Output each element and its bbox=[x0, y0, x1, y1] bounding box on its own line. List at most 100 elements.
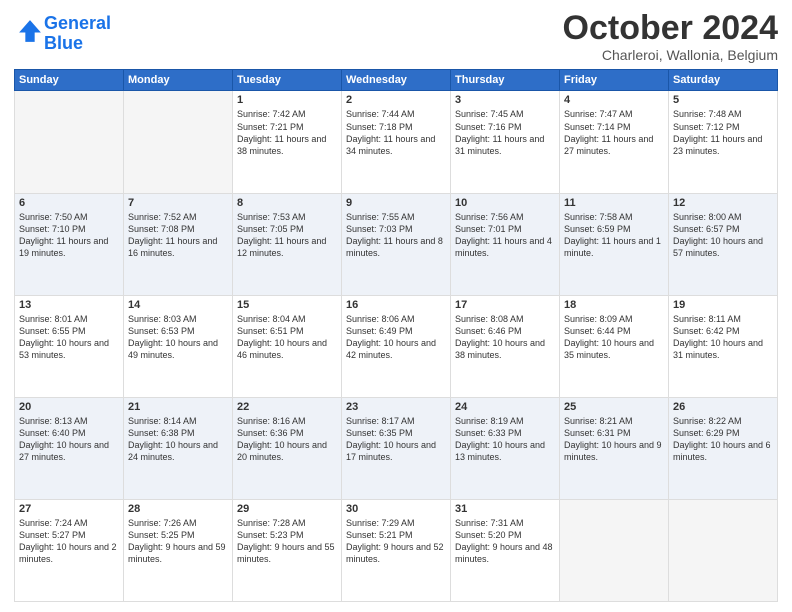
day-number: 20 bbox=[19, 401, 119, 413]
calendar-cell bbox=[124, 91, 233, 193]
calendar-cell: 17 Sunrise: 8:08 AM Sunset: 6:46 PM Dayli… bbox=[451, 295, 560, 397]
cell-info: Sunrise: 7:55 AM Sunset: 7:03 PM Dayligh… bbox=[346, 211, 446, 260]
calendar-cell bbox=[560, 499, 669, 601]
cell-info: Sunrise: 8:01 AM Sunset: 6:55 PM Dayligh… bbox=[19, 313, 119, 362]
calendar-cell: 14 Sunrise: 8:03 AM Sunset: 6:53 PM Dayli… bbox=[124, 295, 233, 397]
day-number: 5 bbox=[673, 94, 773, 106]
calendar-cell: 3Sunrise: 7:45 AM Sunset: 7:16 PM Daylig… bbox=[451, 91, 560, 193]
header-row: Sunday Monday Tuesday Wednesday Thursday… bbox=[15, 70, 778, 91]
cell-info: Sunrise: 7:58 AM Sunset: 6:59 PM Dayligh… bbox=[564, 211, 664, 260]
calendar-cell: 26Sunrise: 8:22 AM Sunset: 6:29 PM Dayli… bbox=[669, 397, 778, 499]
day-number: 24 bbox=[455, 401, 555, 413]
calendar-cell: 9 Sunrise: 7:55 AM Sunset: 7:03 PM Daylig… bbox=[342, 193, 451, 295]
week-row-3: 13Sunrise: 8:01 AM Sunset: 6:55 PM Dayli… bbox=[15, 295, 778, 397]
col-sunday: Sunday bbox=[15, 70, 124, 91]
calendar-body: 1 Sunrise: 7:42 AM Sunset: 7:21 PM Daylig… bbox=[15, 91, 778, 602]
cell-info: Sunrise: 7:31 AM Sunset: 5:20 PM Dayligh… bbox=[455, 517, 555, 566]
col-saturday: Saturday bbox=[669, 70, 778, 91]
cell-info: Sunrise: 8:19 AM Sunset: 6:33 PM Dayligh… bbox=[455, 415, 555, 464]
day-number: 7 bbox=[128, 197, 228, 209]
cell-info: Sunrise: 8:21 AM Sunset: 6:31 PM Dayligh… bbox=[564, 415, 664, 464]
page: General Blue October 2024 Charleroi, Wal… bbox=[0, 0, 792, 612]
cell-info: Sunrise: 8:04 AM Sunset: 6:51 PM Dayligh… bbox=[237, 313, 337, 362]
col-thursday: Thursday bbox=[451, 70, 560, 91]
calendar-cell: 11Sunrise: 7:58 AM Sunset: 6:59 PM Dayli… bbox=[560, 193, 669, 295]
day-number: 3 bbox=[455, 94, 555, 106]
cell-info: Sunrise: 8:11 AM Sunset: 6:42 PM Dayligh… bbox=[673, 313, 773, 362]
calendar-cell: 29Sunrise: 7:28 AM Sunset: 5:23 PM Dayli… bbox=[233, 499, 342, 601]
day-number: 1 bbox=[237, 94, 337, 106]
calendar-cell: 30 Sunrise: 7:29 AM Sunset: 5:21 PM Dayli… bbox=[342, 499, 451, 601]
cell-info: Sunrise: 7:47 AM Sunset: 7:14 PM Dayligh… bbox=[564, 108, 664, 157]
calendar-cell: 18Sunrise: 8:09 AM Sunset: 6:44 PM Dayli… bbox=[560, 295, 669, 397]
calendar-cell: 12Sunrise: 8:00 AM Sunset: 6:57 PM Dayli… bbox=[669, 193, 778, 295]
day-number: 2 bbox=[346, 94, 446, 106]
cell-info: Sunrise: 8:17 AM Sunset: 6:35 PM Dayligh… bbox=[346, 415, 446, 464]
day-number: 10 bbox=[455, 197, 555, 209]
location-subtitle: Charleroi, Wallonia, Belgium bbox=[563, 47, 778, 63]
day-number: 14 bbox=[128, 299, 228, 311]
cell-info: Sunrise: 7:53 AM Sunset: 7:05 PM Dayligh… bbox=[237, 211, 337, 260]
cell-info: Sunrise: 8:16 AM Sunset: 6:36 PM Dayligh… bbox=[237, 415, 337, 464]
cell-info: Sunrise: 7:56 AM Sunset: 7:01 PM Dayligh… bbox=[455, 211, 555, 260]
calendar-cell: 13Sunrise: 8:01 AM Sunset: 6:55 PM Dayli… bbox=[15, 295, 124, 397]
title-block: October 2024 Charleroi, Wallonia, Belgiu… bbox=[563, 10, 778, 63]
calendar-cell: 8 Sunrise: 7:53 AM Sunset: 7:05 PM Daylig… bbox=[233, 193, 342, 295]
day-number: 23 bbox=[346, 401, 446, 413]
day-number: 15 bbox=[237, 299, 337, 311]
day-number: 29 bbox=[237, 503, 337, 515]
week-row-5: 27Sunrise: 7:24 AM Sunset: 5:27 PM Dayli… bbox=[15, 499, 778, 601]
calendar-cell: 28Sunrise: 7:26 AM Sunset: 5:25 PM Dayli… bbox=[124, 499, 233, 601]
calendar-cell: 31 Sunrise: 7:31 AM Sunset: 5:20 PM Dayli… bbox=[451, 499, 560, 601]
cell-info: Sunrise: 8:03 AM Sunset: 6:53 PM Dayligh… bbox=[128, 313, 228, 362]
calendar-cell: 24 Sunrise: 8:19 AM Sunset: 6:33 PM Dayli… bbox=[451, 397, 560, 499]
calendar-cell: 20 Sunrise: 8:13 AM Sunset: 6:40 PM Dayli… bbox=[15, 397, 124, 499]
week-row-1: 1 Sunrise: 7:42 AM Sunset: 7:21 PM Daylig… bbox=[15, 91, 778, 193]
calendar-cell bbox=[669, 499, 778, 601]
calendar-cell: 1 Sunrise: 7:42 AM Sunset: 7:21 PM Daylig… bbox=[233, 91, 342, 193]
calendar-cell: 27Sunrise: 7:24 AM Sunset: 5:27 PM Dayli… bbox=[15, 499, 124, 601]
day-number: 21 bbox=[128, 401, 228, 413]
calendar-cell: 2Sunrise: 7:44 AM Sunset: 7:18 PM Daylig… bbox=[342, 91, 451, 193]
day-number: 8 bbox=[237, 197, 337, 209]
day-number: 17 bbox=[455, 299, 555, 311]
cell-info: Sunrise: 7:26 AM Sunset: 5:25 PM Dayligh… bbox=[128, 517, 228, 566]
day-number: 6 bbox=[19, 197, 119, 209]
cell-info: Sunrise: 8:08 AM Sunset: 6:46 PM Dayligh… bbox=[455, 313, 555, 362]
day-number: 30 bbox=[346, 503, 446, 515]
cell-info: Sunrise: 7:29 AM Sunset: 5:21 PM Dayligh… bbox=[346, 517, 446, 566]
cell-info: Sunrise: 8:06 AM Sunset: 6:49 PM Dayligh… bbox=[346, 313, 446, 362]
day-number: 31 bbox=[455, 503, 555, 515]
day-number: 16 bbox=[346, 299, 446, 311]
day-number: 12 bbox=[673, 197, 773, 209]
cell-info: Sunrise: 7:52 AM Sunset: 7:08 PM Dayligh… bbox=[128, 211, 228, 260]
cell-info: Sunrise: 7:42 AM Sunset: 7:21 PM Dayligh… bbox=[237, 108, 337, 157]
cell-info: Sunrise: 8:13 AM Sunset: 6:40 PM Dayligh… bbox=[19, 415, 119, 464]
calendar-cell: 23 Sunrise: 8:17 AM Sunset: 6:35 PM Dayli… bbox=[342, 397, 451, 499]
calendar-cell: 5 Sunrise: 7:48 AM Sunset: 7:12 PM Daylig… bbox=[669, 91, 778, 193]
header: General Blue October 2024 Charleroi, Wal… bbox=[14, 10, 778, 63]
week-row-4: 20 Sunrise: 8:13 AM Sunset: 6:40 PM Dayli… bbox=[15, 397, 778, 499]
calendar-cell: 21 Sunrise: 8:14 AM Sunset: 6:38 PM Dayli… bbox=[124, 397, 233, 499]
calendar-cell: 25 Sunrise: 8:21 AM Sunset: 6:31 PM Dayli… bbox=[560, 397, 669, 499]
logo-general: General bbox=[44, 13, 111, 33]
calendar-cell: 22 Sunrise: 8:16 AM Sunset: 6:36 PM Dayli… bbox=[233, 397, 342, 499]
calendar-table: Sunday Monday Tuesday Wednesday Thursday… bbox=[14, 69, 778, 602]
logo-text: General Blue bbox=[44, 14, 111, 54]
col-monday: Monday bbox=[124, 70, 233, 91]
cell-info: Sunrise: 7:48 AM Sunset: 7:12 PM Dayligh… bbox=[673, 108, 773, 157]
cell-info: Sunrise: 7:50 AM Sunset: 7:10 PM Dayligh… bbox=[19, 211, 119, 260]
logo: General Blue bbox=[14, 14, 111, 54]
logo-blue: Blue bbox=[44, 33, 83, 53]
cell-info: Sunrise: 7:24 AM Sunset: 5:27 PM Dayligh… bbox=[19, 517, 119, 566]
col-tuesday: Tuesday bbox=[233, 70, 342, 91]
cell-info: Sunrise: 8:14 AM Sunset: 6:38 PM Dayligh… bbox=[128, 415, 228, 464]
day-number: 4 bbox=[564, 94, 664, 106]
month-title: October 2024 bbox=[563, 10, 778, 47]
day-number: 25 bbox=[564, 401, 664, 413]
day-number: 9 bbox=[346, 197, 446, 209]
day-number: 26 bbox=[673, 401, 773, 413]
day-number: 18 bbox=[564, 299, 664, 311]
day-number: 22 bbox=[237, 401, 337, 413]
calendar-cell: 19Sunrise: 8:11 AM Sunset: 6:42 PM Dayli… bbox=[669, 295, 778, 397]
